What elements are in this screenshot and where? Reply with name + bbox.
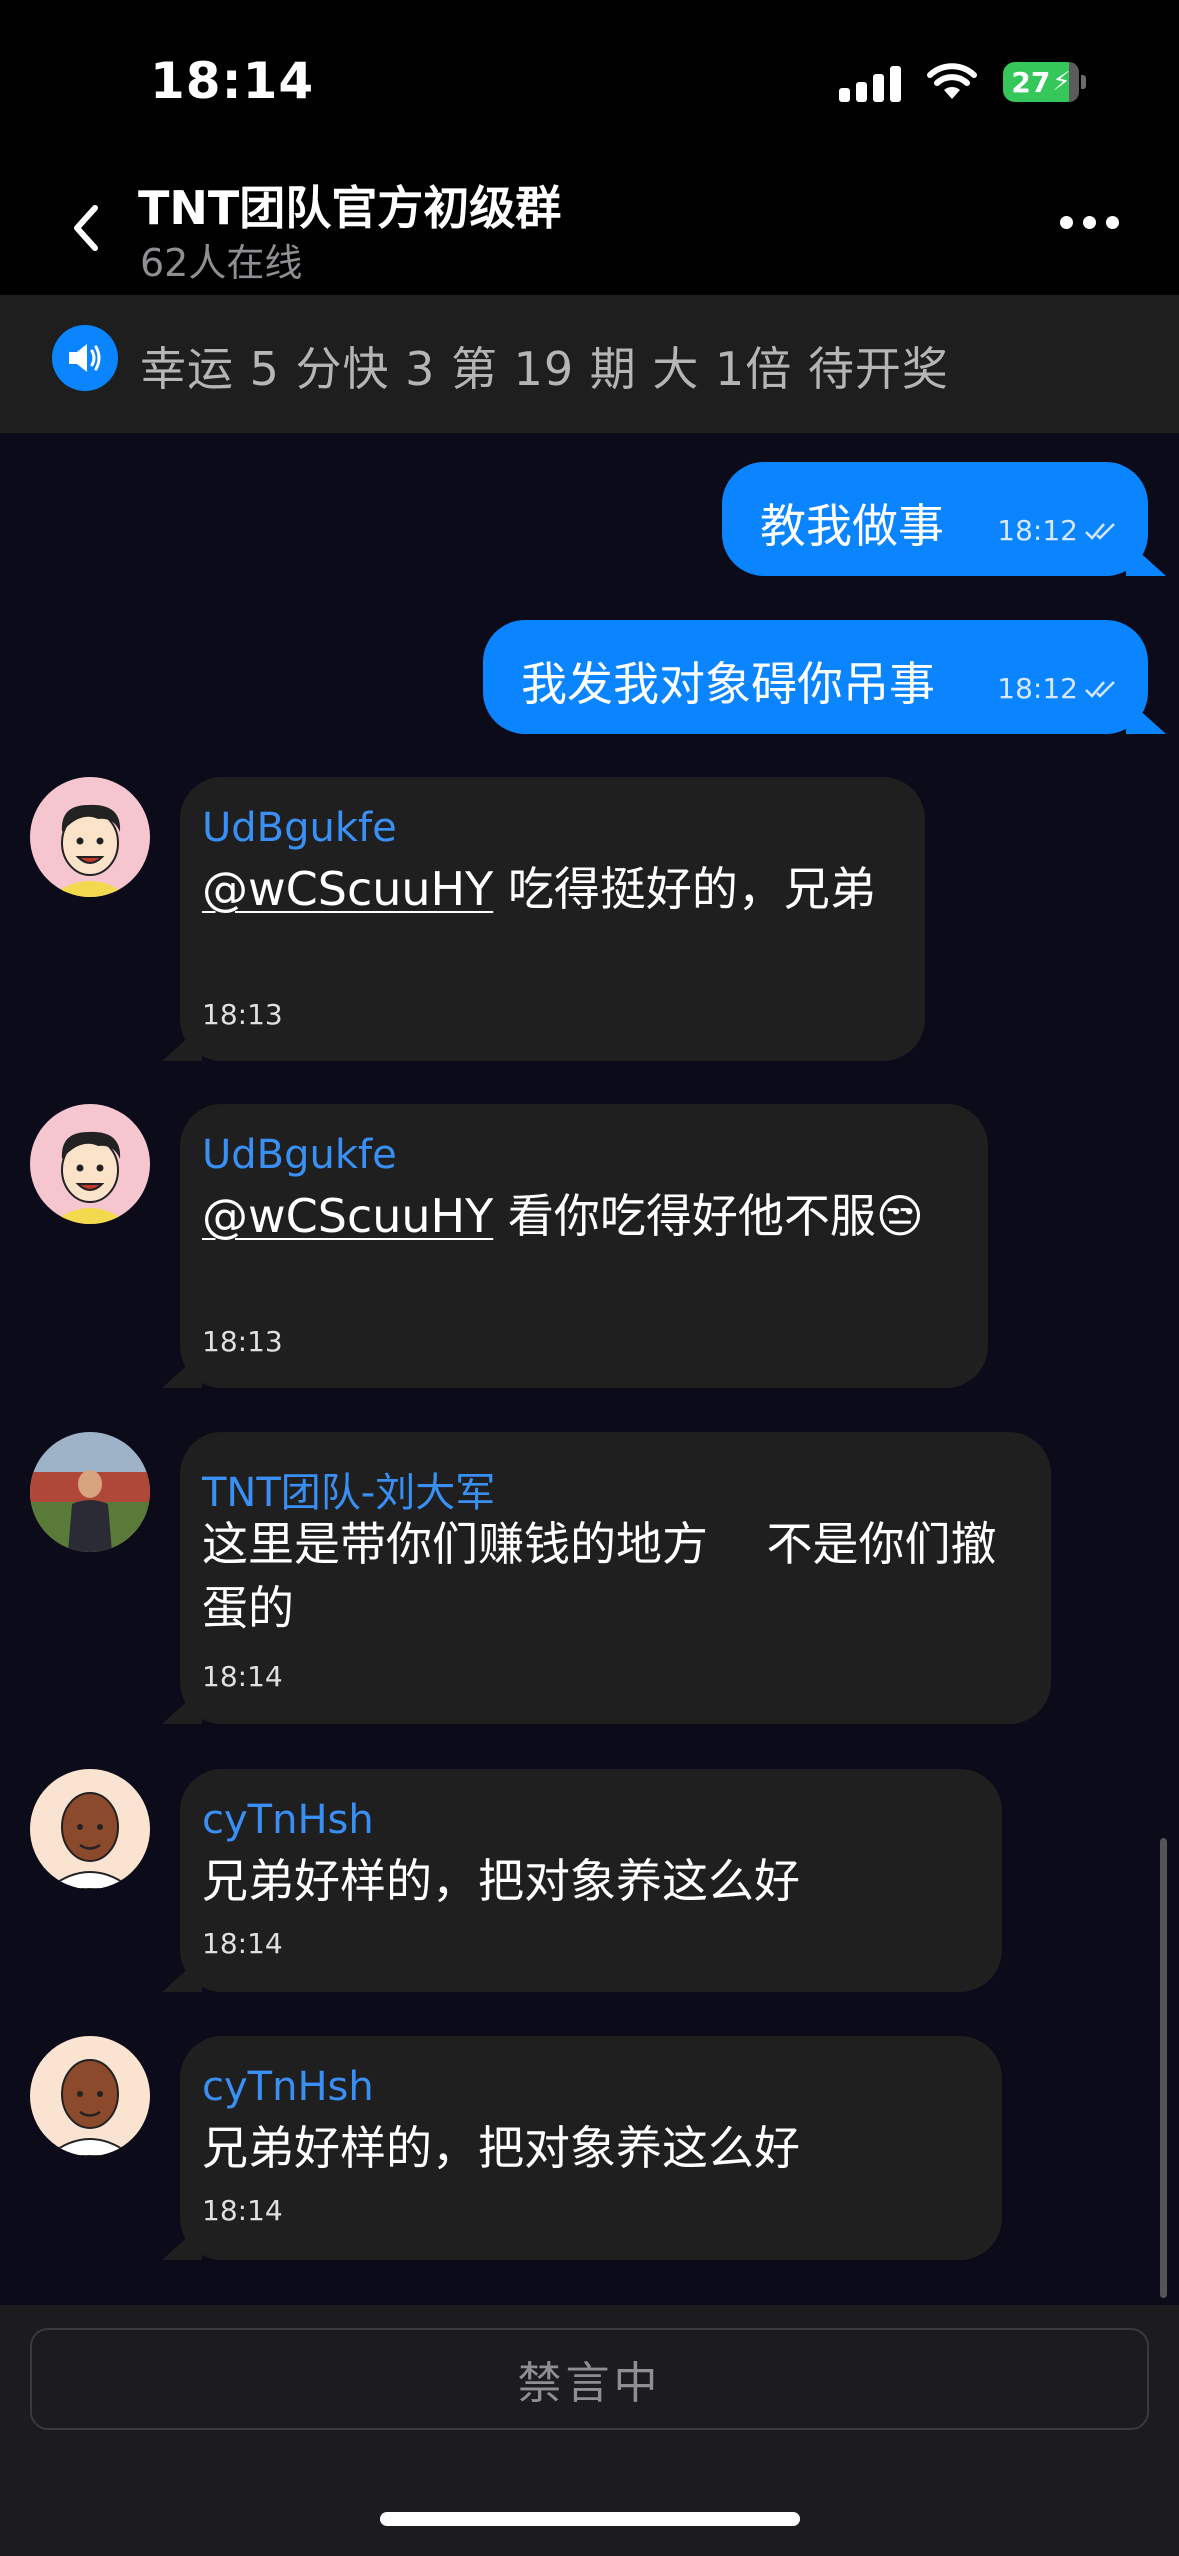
sender-name[interactable]: cyTnHsh [202, 2064, 374, 2110]
chat-header: TNT团队官方初级群 62人在线 [0, 160, 1179, 295]
cellular-signal-icon [839, 62, 901, 102]
message-time: 18:13 [202, 1325, 283, 1358]
cartoon-man-icon [30, 1104, 150, 1224]
home-indicator[interactable] [380, 2512, 800, 2526]
status-bar: 18:14 27 ⚡ [0, 0, 1179, 160]
cartoon-man-icon [30, 777, 150, 897]
charging-bolt-icon: ⚡ [1052, 67, 1071, 97]
mention-link[interactable]: @wCScuuHY [202, 1189, 493, 1243]
user-avatar[interactable] [30, 1104, 150, 1224]
wifi-icon [927, 63, 977, 99]
double-check-icon [1085, 680, 1115, 698]
speaker-icon [52, 325, 118, 391]
incoming-message[interactable]: TNT团队-刘大军 这里是带你们赚钱的地方 不是你们撤 蛋的 18:14 [162, 1432, 1051, 1724]
more-options-button[interactable] [1060, 216, 1119, 229]
message-body: 吃得挺好的，兄弟 [493, 862, 876, 916]
scrollbar[interactable] [1160, 1838, 1167, 2298]
message-body: 看你吃得好他不服😒 [493, 1189, 924, 1243]
cartoon-bald-man-icon [30, 1769, 150, 1889]
battery-icon: 27 ⚡ [1003, 62, 1086, 102]
double-check-icon [1085, 522, 1115, 540]
user-avatar[interactable] [30, 2036, 150, 2156]
message-text: 兄弟好样的，把对象养这么好 [202, 2121, 800, 2175]
online-count: 62人在线 [140, 241, 303, 285]
outgoing-message[interactable]: 教我做事 18:12 [722, 462, 1166, 576]
message-time: 18:12 [997, 514, 1078, 547]
photo-avatar [30, 1432, 150, 1552]
announcement-text: 幸运 5 分快 3 第 19 期 大 1倍 待开奖 [140, 342, 949, 396]
sender-name[interactable]: cyTnHsh [202, 1797, 374, 1843]
sender-name[interactable]: UdBgukfe [202, 1132, 397, 1178]
group-title[interactable]: TNT团队官方初级群 [138, 172, 561, 238]
chevron-left-icon [74, 205, 98, 251]
muted-input-field: 禁言中 [30, 2328, 1149, 2430]
incoming-message[interactable]: UdBgukfe @wCScuuHY 吃得挺好的，兄弟 18:13 [162, 777, 925, 1061]
message-time: 18:14 [202, 2194, 283, 2227]
back-button[interactable] [60, 198, 110, 258]
message-time: 18:14 [202, 1927, 283, 1960]
status-icons: 27 ⚡ [839, 62, 1086, 102]
outgoing-message[interactable]: 我发我对象碍你吊事 18:12 [483, 620, 1166, 734]
message-time: 18:12 [997, 672, 1078, 705]
message-line: 蛋的 [202, 1581, 294, 1635]
message-text: 教我做事 [760, 499, 944, 553]
message-text: @wCScuuHY 看你吃得好他不服😒 [202, 1184, 924, 1248]
battery-level: 27 [1011, 65, 1051, 99]
incoming-message[interactable]: cyTnHsh 兄弟好样的，把对象养这么好 18:14 [162, 2036, 1002, 2260]
incoming-message[interactable]: cyTnHsh 兄弟好样的，把对象养这么好 18:14 [162, 1769, 1002, 1992]
mention-link[interactable]: @wCScuuHY [202, 862, 493, 916]
sender-name[interactable]: TNT团队-刘大军 [202, 1460, 495, 1518]
message-text: 兄弟好样的，把对象养这么好 [202, 1854, 800, 1908]
message-text: 我发我对象碍你吊事 [521, 657, 935, 711]
cartoon-bald-man-icon [30, 2036, 150, 2156]
user-avatar[interactable] [30, 777, 150, 897]
message-text: @wCScuuHY 吃得挺好的，兄弟 [202, 857, 876, 921]
message-text: 这里是带你们赚钱的地方 不是你们撤 蛋的 [202, 1512, 997, 1640]
message-time: 18:13 [202, 998, 283, 1031]
incoming-message[interactable]: UdBgukfe @wCScuuHY 看你吃得好他不服😒 18:13 [162, 1104, 988, 1388]
message-line: 这里是带你们赚钱的地方 不是你们撤 [202, 1517, 997, 1571]
user-avatar[interactable] [30, 1432, 150, 1552]
message-time: 18:14 [202, 1660, 283, 1693]
sender-name[interactable]: UdBgukfe [202, 805, 397, 851]
user-avatar[interactable] [30, 1769, 150, 1889]
status-time: 18:14 [150, 52, 315, 110]
